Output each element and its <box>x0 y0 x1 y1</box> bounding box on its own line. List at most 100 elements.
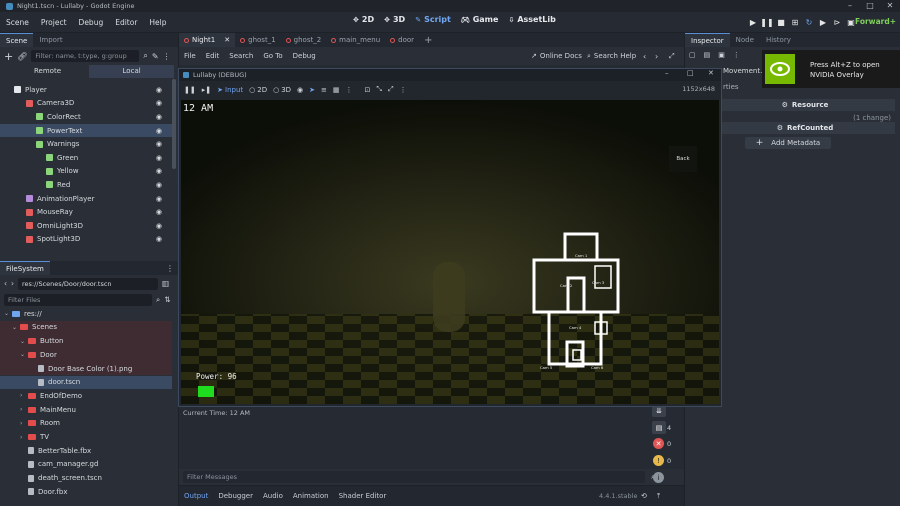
folder-item[interactable]: ⌄ res:// <box>0 307 172 321</box>
sort-icon[interactable]: ⇅ <box>164 295 170 304</box>
folder-item[interactable]: › MainMenu <box>0 403 172 417</box>
distraction-free-icon[interactable]: ⤢ <box>669 52 675 61</box>
messages-icon[interactable]: ▤ <box>652 421 666 434</box>
game-window[interactable]: Lullaby (DEBUG) – □ ✕ ❚❚ ▸❚ ➤ Input ○ 2D ○… <box>178 68 722 407</box>
menu-debug[interactable]: Debug <box>73 18 110 27</box>
scene-tree-node[interactable]: Warnings ◉ <box>0 137 172 151</box>
expand-arrow-icon[interactable]: › <box>20 392 28 399</box>
scene-tree-node[interactable]: ColorRect ◉ <box>0 110 172 124</box>
folder-item[interactable]: › EndOfDemo <box>0 389 172 403</box>
dock-menu-icon[interactable]: ⋮ <box>166 264 174 273</box>
file-filter-input[interactable]: Filter Files <box>4 293 152 306</box>
add-tab-icon[interactable]: + <box>419 33 437 47</box>
warning-icon[interactable]: ! <box>653 455 664 466</box>
file-item[interactable]: Door Base Color (1).png <box>0 361 172 376</box>
close-tab-icon[interactable]: ✕ <box>224 36 230 44</box>
editor-tab-main-menu[interactable]: main_menu <box>326 33 385 47</box>
file-item[interactable]: BetterTable.fbx <box>0 444 172 458</box>
folder-item[interactable]: › TV <box>0 430 172 444</box>
online-docs-link[interactable]: ↗ Online Docs <box>531 52 582 60</box>
tab-shader-editor[interactable]: Shader Editor <box>334 492 392 500</box>
play-scene-icon[interactable]: ▶ <box>816 15 830 29</box>
scene-tree-node[interactable]: AnimationPlayer ◉ <box>0 192 172 206</box>
game-pause-icon[interactable]: ❚❚ <box>181 83 199 97</box>
visibility-eye-icon[interactable]: ◉ <box>156 127 162 135</box>
file-item[interactable]: cam_manager.gd <box>0 458 172 472</box>
visibility-eye-icon[interactable]: ◉ <box>156 113 162 121</box>
tab-scene[interactable]: Scene <box>0 33 34 47</box>
refcounted-section[interactable]: ⚙ RefCounted <box>715 122 895 134</box>
script-menu-debug[interactable]: Debug <box>288 52 321 60</box>
game-minimize-icon[interactable]: – <box>665 69 669 77</box>
folder-item[interactable]: ⌄ Door <box>0 348 172 362</box>
tab-inspector[interactable]: Inspector <box>685 33 730 47</box>
tab-node[interactable]: Node <box>730 33 760 47</box>
layout-icon[interactable]: ⟲ <box>641 492 647 500</box>
menu-scene[interactable]: Scene <box>0 18 35 27</box>
visibility-eye-icon[interactable]: ◉ <box>156 195 162 203</box>
fullscreen-icon[interactable]: ⤢ <box>385 83 397 97</box>
editor-tab-door[interactable]: door <box>385 33 419 47</box>
stretch-icon[interactable]: ⤡ <box>373 83 385 97</box>
cam-label-4[interactable]: Cam 4 <box>569 325 581 330</box>
tab-audio[interactable]: Audio <box>258 492 288 500</box>
visibility-eye-icon[interactable]: ◉ <box>156 86 162 94</box>
reload-icon[interactable]: ↻ <box>802 15 816 29</box>
visibility-eye-icon[interactable]: ◉ <box>156 222 162 230</box>
tab-filesystem[interactable]: FileSystem <box>0 261 50 275</box>
visibility-eye-icon[interactable]: ◉ <box>156 140 162 148</box>
scene-tree-node[interactable]: Player ◉ <box>0 83 172 97</box>
scene-tree-node[interactable]: PowerText ◉ <box>0 123 172 138</box>
menu-help[interactable]: Help <box>143 18 172 27</box>
workspace-3d[interactable]: ✥ 3D <box>384 15 405 24</box>
path-input[interactable]: res://Scenes/Door/door.tscn <box>18 277 158 290</box>
select-tool-icon[interactable]: ➤ <box>306 83 318 97</box>
file-item[interactable]: death_screen.tscn <box>0 471 172 485</box>
game-options-icon[interactable]: ⋮ <box>397 83 410 97</box>
minimize-icon[interactable]: – <box>840 0 860 12</box>
folder-item[interactable]: ⌄ Button <box>0 334 172 348</box>
next-icon[interactable]: › <box>655 52 658 61</box>
prev-icon[interactable]: ‹ <box>643 52 646 61</box>
scene-tree-node[interactable]: Yellow ◉ <box>0 165 172 179</box>
list-select-icon[interactable]: ≡ <box>318 83 330 97</box>
info-icon[interactable]: i <box>653 472 664 483</box>
cam-label-1[interactable]: Cam 1 <box>575 253 587 258</box>
tab-animation[interactable]: Animation <box>288 492 334 500</box>
hud-back-button[interactable]: Back <box>669 146 697 172</box>
scene-tree-node[interactable]: SpotLight3D ◉ <box>0 233 172 247</box>
visibility-eye-icon[interactable]: ◉ <box>156 181 162 189</box>
expand-arrow-icon[interactable]: › <box>20 420 28 427</box>
game-input-button[interactable]: ➤ Input <box>214 83 246 97</box>
editor-tab-night1[interactable]: Night1 ✕ <box>179 33 236 47</box>
cam-label-2[interactable]: Cam 2 <box>560 283 572 288</box>
forward-arrow-icon[interactable]: › <box>11 279 14 288</box>
expand-arrow-icon[interactable]: › <box>20 434 28 441</box>
scene-tree-node[interactable]: MouseRay ◉ <box>0 205 172 219</box>
visibility-icon[interactable]: ◉ <box>294 83 306 97</box>
split-icon[interactable]: ▥ <box>162 279 169 288</box>
pause-icon[interactable]: ❚❚ <box>760 15 774 29</box>
script-menu-search[interactable]: Search <box>224 52 258 60</box>
workspace-script[interactable]: ✎ Script <box>415 15 451 24</box>
remote-debug-icon[interactable]: ⊞ <box>788 15 802 29</box>
game-3d-button[interactable]: ○ 3D <box>270 83 294 97</box>
folder-item[interactable]: › Room <box>0 417 172 431</box>
script-menu-goto[interactable]: Go To <box>258 52 287 60</box>
script-menu-file[interactable]: File <box>179 52 201 60</box>
visibility-eye-icon[interactable]: ◉ <box>156 208 162 216</box>
visibility-eye-icon[interactable]: ◉ <box>156 167 162 175</box>
game-viewport[interactable]: 12 AM Back Cam 1 Cam 2 Cam 3 Cam 4 Cam 5… <box>181 100 719 404</box>
cam-label-3[interactable]: Cam 3 <box>592 280 604 285</box>
scene-tree-node[interactable]: Green ◉ <box>0 151 172 165</box>
script-attach-icon[interactable]: ✎ <box>152 52 159 61</box>
link-icon[interactable]: 🔗︎ <box>17 52 27 61</box>
add-metadata-button[interactable]: + Add Metadata <box>745 137 831 149</box>
search-help-link[interactable]: ⌕ Search Help <box>587 52 636 61</box>
expand-arrow-icon[interactable]: › <box>20 406 28 413</box>
scene-filter-input[interactable]: Filter: name, t:type, g:group <box>31 50 140 62</box>
tab-history[interactable]: History <box>760 33 797 47</box>
expand-arrow-icon[interactable]: ⌄ <box>20 351 28 358</box>
add-node-icon[interactable]: + <box>4 50 13 63</box>
resource-section[interactable]: ⚙ Resource <box>715 99 895 111</box>
